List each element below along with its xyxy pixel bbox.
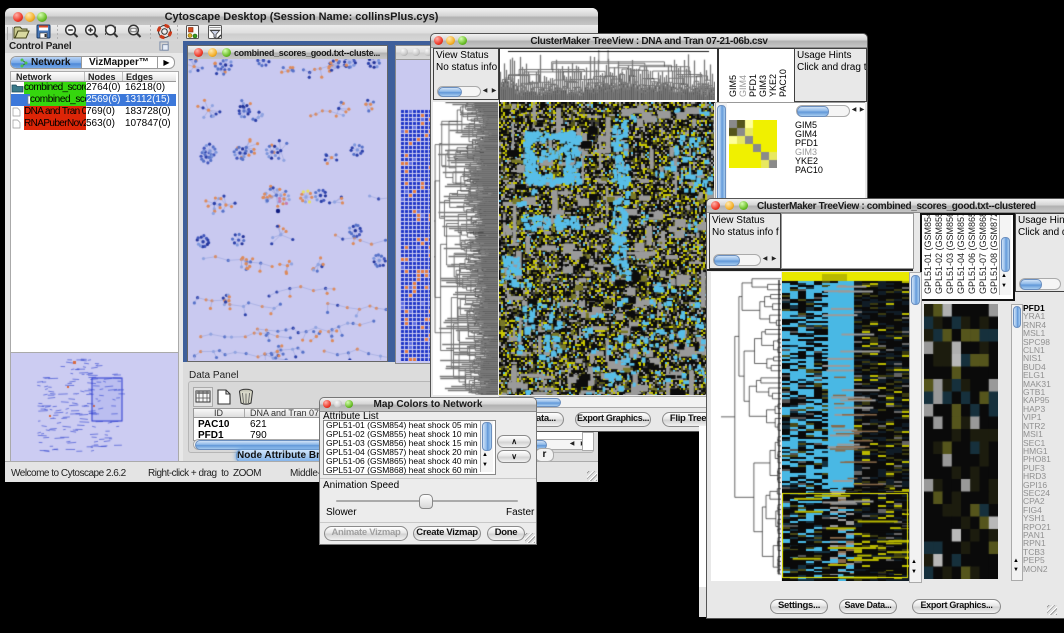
svg-text:GPL51-02 (GSM855): GPL51-02 (GSM855): [934, 215, 944, 294]
svg-text:GPL51-06 (GSM865): GPL51-06 (GSM865): [967, 215, 977, 294]
svg-text:GIM3: GIM3: [758, 75, 768, 97]
svg-text:GIM4: GIM4: [738, 75, 748, 97]
svg-text:GPL51-07 (GSM868): GPL51-07 (GSM868): [978, 215, 988, 294]
svg-text:GPL51-03 (GSM856): GPL51-03 (GSM856): [945, 215, 955, 294]
svg-text:PFD1: PFD1: [748, 74, 758, 97]
svg-text:GPL51-04 (GSM857): GPL51-04 (GSM857): [956, 215, 966, 294]
svg-text:GIM5: GIM5: [728, 75, 738, 97]
svg-text:PAC10: PAC10: [778, 69, 788, 97]
svg-text:GPL51-01 (GSM854): GPL51-01 (GSM854): [923, 215, 933, 294]
svg-text:GPL51-08 (GSM872): GPL51-08 (GSM872): [989, 215, 998, 294]
svg-text:YKE2: YKE2: [768, 74, 778, 97]
